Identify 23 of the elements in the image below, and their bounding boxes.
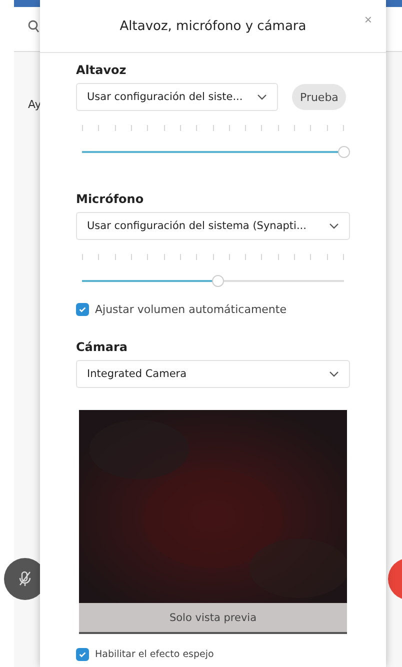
dialog-title: Altavoz, micrófono y cámara: [120, 18, 306, 34]
checkmark-icon: [78, 305, 87, 314]
menu-text: Ay: [28, 98, 42, 111]
search-icon[interactable]: [28, 20, 40, 34]
microphone-off-icon: [19, 571, 31, 587]
chevron-down-icon: [329, 371, 339, 377]
checkbox-label: Habilitar el efecto espejo: [95, 649, 214, 660]
test-button[interactable]: Prueba: [292, 84, 346, 110]
camera-dropdown[interactable]: Integrated Camera: [76, 360, 350, 388]
slider-thumb[interactable]: [212, 275, 224, 287]
section-label: Micrófono: [76, 192, 145, 206]
speaker-dropdown[interactable]: Usar configuración del siste...: [76, 83, 278, 111]
chevron-down-icon: [329, 223, 339, 229]
checkbox[interactable]: [76, 648, 89, 661]
checkmark-icon: [78, 650, 87, 659]
section-label: Cámara: [76, 340, 129, 354]
microphone-dropdown[interactable]: Usar configuración del sistema (Synapti...: [76, 212, 350, 240]
section-label: Altavoz: [76, 63, 128, 77]
checkbox[interactable]: [76, 303, 89, 316]
slider-thumb[interactable]: [338, 146, 350, 158]
checkbox-label: Ajustar volumen automáticamente: [95, 303, 286, 316]
chevron-down-icon: [257, 94, 267, 100]
preview-caption: Solo vista previa: [79, 603, 347, 634]
